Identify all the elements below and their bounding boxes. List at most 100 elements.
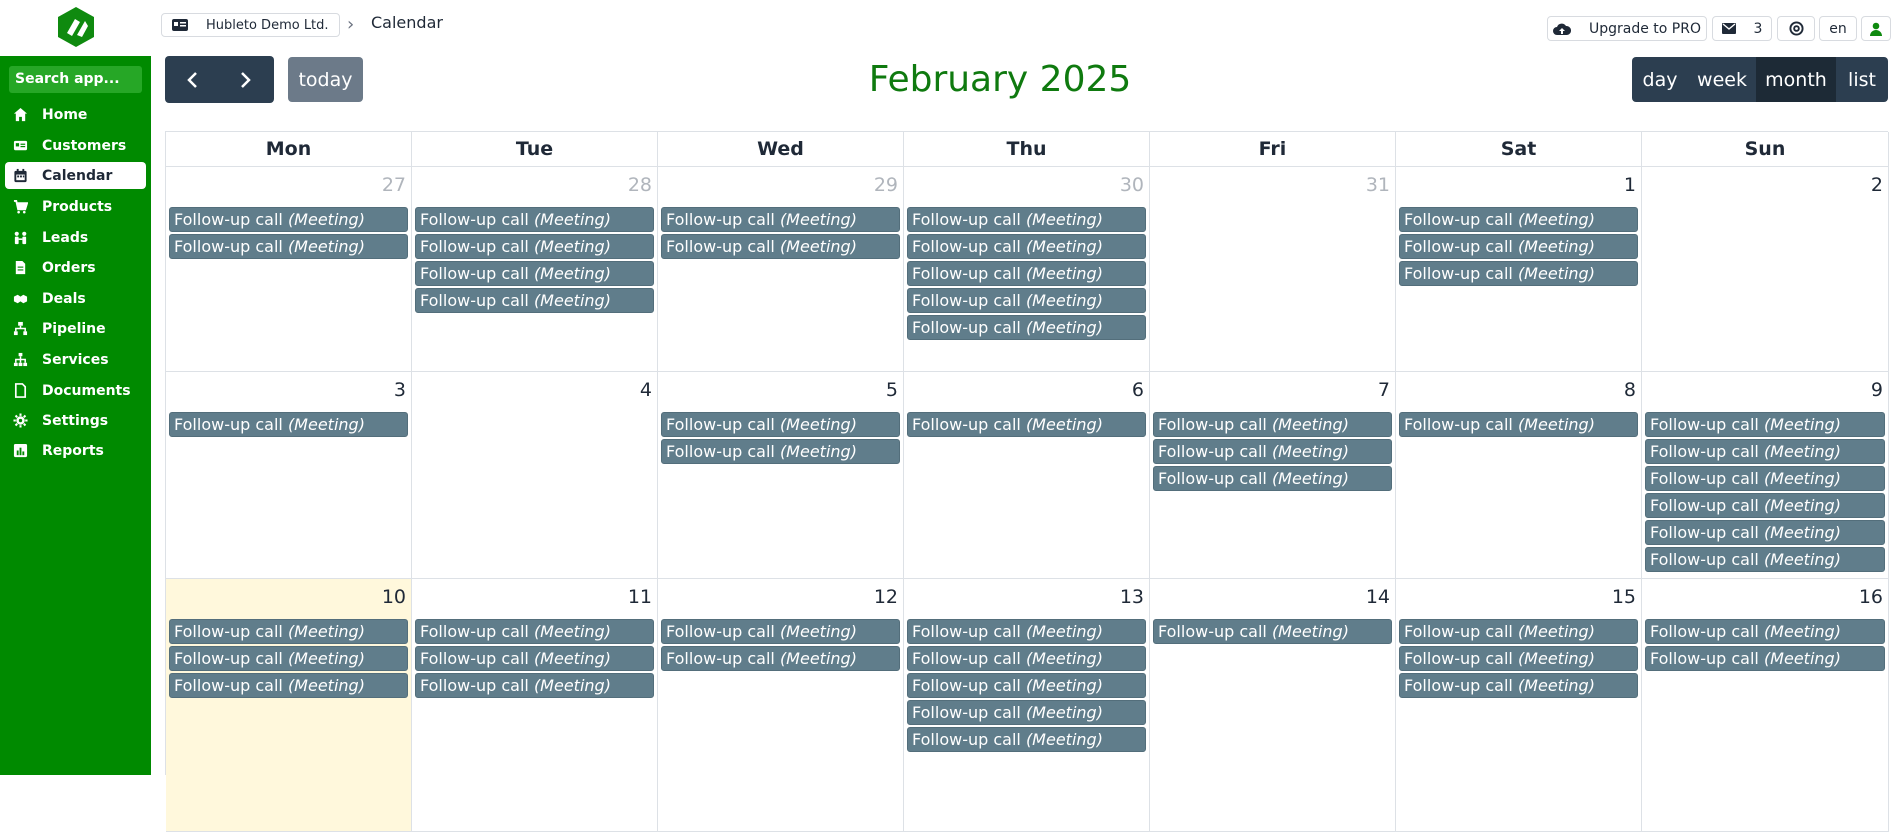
day-cell[interactable]: 9 Follow-up call (Meeting) Follow-up call … [1642, 372, 1889, 579]
calendar-event[interactable]: Follow-up call (Meeting) [1399, 234, 1638, 259]
day-cell[interactable]: 15 Follow-up call (Meeting) Follow-up call… [1396, 579, 1642, 832]
sidebar-item-pipeline[interactable]: Pipeline [5, 315, 146, 342]
day-cell[interactable]: 30 Follow-up call (Meeting) Follow-up call… [904, 167, 1150, 372]
day-number[interactable]: 6 [1132, 379, 1144, 401]
calendar-event[interactable]: Follow-up call (Meeting) [661, 439, 900, 464]
upgrade-button[interactable]: Upgrade to PRO [1547, 16, 1707, 41]
day-cell[interactable]: 1 Follow-up call (Meeting) Follow-up call … [1396, 167, 1642, 372]
calendar-event[interactable]: Follow-up call (Meeting) [169, 619, 408, 644]
sidebar-item-services[interactable]: Services [5, 346, 146, 373]
calendar-event[interactable]: Follow-up call (Meeting) [1399, 412, 1638, 437]
help-button[interactable] [1777, 16, 1815, 41]
prev-month-button[interactable] [165, 56, 219, 103]
view-month-button[interactable]: month [1756, 57, 1836, 102]
day-number[interactable]: 28 [628, 174, 652, 196]
calendar-event[interactable]: Follow-up call (Meeting) [415, 207, 654, 232]
calendar-event[interactable]: Follow-up call (Meeting) [907, 261, 1146, 286]
calendar-event[interactable]: Follow-up call (Meeting) [415, 261, 654, 286]
view-week-button[interactable]: week [1688, 57, 1756, 102]
calendar-event[interactable]: Follow-up call (Meeting) [1399, 619, 1638, 644]
day-number[interactable]: 16 [1859, 586, 1883, 608]
day-number[interactable]: 29 [874, 174, 898, 196]
calendar-event[interactable]: Follow-up call (Meeting) [661, 234, 900, 259]
user-menu-button[interactable] [1861, 16, 1891, 41]
sidebar-item-leads[interactable]: Leads [5, 224, 146, 251]
day-number[interactable]: 1 [1624, 174, 1636, 196]
calendar-event[interactable]: Follow-up call (Meeting) [169, 673, 408, 698]
calendar-event[interactable]: Follow-up call (Meeting) [907, 207, 1146, 232]
day-cell[interactable]: 8 Follow-up call (Meeting) [1396, 372, 1642, 579]
calendar-event[interactable]: Follow-up call (Meeting) [169, 646, 408, 671]
messages-button[interactable]: 3 [1712, 16, 1772, 41]
calendar-event[interactable]: Follow-up call (Meeting) [1153, 619, 1392, 644]
calendar-event[interactable]: Follow-up call (Meeting) [169, 412, 408, 437]
calendar-event[interactable]: Follow-up call (Meeting) [1399, 261, 1638, 286]
day-number[interactable]: 2 [1871, 174, 1883, 196]
sidebar-item-orders[interactable]: Orders [5, 254, 146, 281]
sidebar-item-deals[interactable]: Deals [5, 285, 146, 312]
hubleto-logo-icon[interactable] [55, 6, 97, 48]
day-number[interactable]: 30 [1120, 174, 1144, 196]
day-number[interactable]: 10 [382, 586, 406, 608]
sidebar-item-customers[interactable]: Customers [5, 132, 146, 159]
day-cell[interactable]: 28 Follow-up call (Meeting) Follow-up call… [412, 167, 658, 372]
calendar-event[interactable]: Follow-up call (Meeting) [1645, 466, 1885, 491]
day-number[interactable]: 11 [628, 586, 652, 608]
sidebar-item-documents[interactable]: Documents [5, 377, 146, 404]
calendar-event[interactable]: Follow-up call (Meeting) [1645, 412, 1885, 437]
sidebar-item-products[interactable]: Products [5, 193, 146, 220]
sidebar-item-settings[interactable]: Settings [5, 407, 146, 434]
calendar-event[interactable]: Follow-up call (Meeting) [169, 234, 408, 259]
calendar-event[interactable]: Follow-up call (Meeting) [1645, 520, 1885, 545]
calendar-event[interactable]: Follow-up call (Meeting) [661, 646, 900, 671]
day-number[interactable]: 5 [886, 379, 898, 401]
day-cell[interactable]: 12 Follow-up call (Meeting) Follow-up call… [658, 579, 904, 832]
day-cell[interactable]: 11 Follow-up call (Meeting) Follow-up call… [412, 579, 658, 832]
calendar-event[interactable]: Follow-up call (Meeting) [907, 673, 1146, 698]
day-cell[interactable]: 3 Follow-up call (Meeting) [166, 372, 412, 579]
calendar-event[interactable]: Follow-up call (Meeting) [907, 288, 1146, 313]
day-cell[interactable]: 16 Follow-up call (Meeting) Follow-up call… [1642, 579, 1889, 832]
day-cell[interactable]: 10 Follow-up call (Meeting) Follow-up call… [166, 579, 412, 832]
calendar-event[interactable]: Follow-up call (Meeting) [415, 673, 654, 698]
calendar-event[interactable]: Follow-up call (Meeting) [907, 727, 1146, 752]
day-cell[interactable]: 13 Follow-up call (Meeting) Follow-up call… [904, 579, 1150, 832]
day-number[interactable]: 14 [1366, 586, 1390, 608]
language-button[interactable]: en [1819, 16, 1857, 41]
calendar-event[interactable]: Follow-up call (Meeting) [1153, 412, 1392, 437]
day-number[interactable]: 13 [1120, 586, 1144, 608]
day-number[interactable]: 12 [874, 586, 898, 608]
calendar-event[interactable]: Follow-up call (Meeting) [1153, 466, 1392, 491]
view-list-button[interactable]: list [1836, 57, 1888, 102]
calendar-event[interactable]: Follow-up call (Meeting) [1153, 439, 1392, 464]
day-cell[interactable]: 31 [1150, 167, 1396, 372]
calendar-event[interactable]: Follow-up call (Meeting) [1399, 646, 1638, 671]
calendar-event[interactable]: Follow-up call (Meeting) [1399, 207, 1638, 232]
calendar-event[interactable]: Follow-up call (Meeting) [907, 315, 1146, 340]
calendar-event[interactable]: Follow-up call (Meeting) [907, 646, 1146, 671]
calendar-event[interactable]: Follow-up call (Meeting) [1645, 439, 1885, 464]
day-number[interactable]: 8 [1624, 379, 1636, 401]
day-cell[interactable]: 14 Follow-up call (Meeting) [1150, 579, 1396, 832]
calendar-event[interactable]: Follow-up call (Meeting) [415, 646, 654, 671]
next-month-button[interactable] [219, 56, 273, 103]
calendar-event[interactable]: Follow-up call (Meeting) [1645, 619, 1885, 644]
day-cell[interactable]: 4 [412, 372, 658, 579]
today-button[interactable]: today [288, 57, 363, 102]
day-number[interactable]: 3 [394, 379, 406, 401]
calendar-event[interactable]: Follow-up call (Meeting) [661, 619, 900, 644]
sidebar-item-calendar[interactable]: Calendar [5, 162, 146, 189]
calendar-event[interactable]: Follow-up call (Meeting) [415, 234, 654, 259]
day-number[interactable]: 27 [382, 174, 406, 196]
calendar-event[interactable]: Follow-up call (Meeting) [415, 288, 654, 313]
day-number[interactable]: 31 [1366, 174, 1390, 196]
day-number[interactable]: 7 [1378, 379, 1390, 401]
day-cell[interactable]: 27 Follow-up call (Meeting) Follow-up call… [166, 167, 412, 372]
day-cell[interactable]: 7 Follow-up call (Meeting) Follow-up call … [1150, 372, 1396, 579]
calendar-event[interactable]: Follow-up call (Meeting) [1645, 547, 1885, 572]
day-cell[interactable]: 6 Follow-up call (Meeting) [904, 372, 1150, 579]
day-cell[interactable]: 2 [1642, 167, 1889, 372]
day-cell[interactable]: 29 Follow-up call (Meeting) Follow-up call… [658, 167, 904, 372]
calendar-event[interactable]: Follow-up call (Meeting) [1645, 646, 1885, 671]
calendar-event[interactable]: Follow-up call (Meeting) [661, 207, 900, 232]
